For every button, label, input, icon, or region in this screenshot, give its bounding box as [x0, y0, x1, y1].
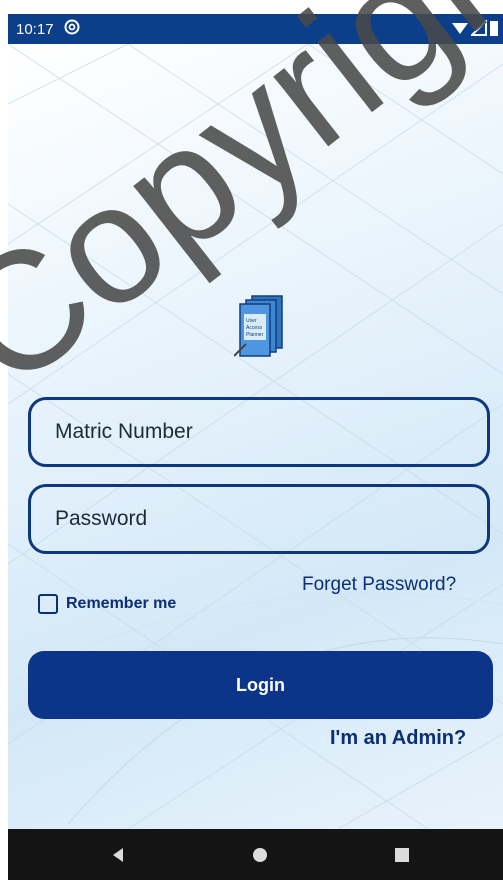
- app-logo: User Access Planner: [233, 294, 286, 365]
- battery-icon: [490, 21, 498, 36]
- password-input[interactable]: [31, 486, 487, 552]
- admin-login-link[interactable]: I'm an Admin?: [330, 727, 466, 750]
- nav-bar: [8, 829, 503, 880]
- home-button[interactable]: [230, 829, 290, 880]
- recents-icon: [395, 847, 409, 862]
- signal-icon: [471, 20, 487, 36]
- svg-text:User: User: [246, 318, 257, 324]
- login-screen: User Access Planner Forget Password? Rem…: [8, 44, 503, 829]
- back-icon: [113, 847, 123, 862]
- back-button[interactable]: [88, 829, 148, 880]
- status-bar: 10:17: [8, 14, 503, 44]
- wifi-icon: [452, 23, 468, 34]
- login-button[interactable]: Login: [28, 651, 493, 719]
- status-time: 10:17: [16, 20, 54, 38]
- home-icon: [253, 847, 267, 862]
- recents-button[interactable]: [372, 829, 432, 880]
- remember-me-checkbox[interactable]: [38, 594, 58, 614]
- screen: 10:17 User Access Planner Matric Number …: [0, 0, 503, 880]
- at-icon: [64, 19, 80, 39]
- matric-number-field[interactable]: [28, 397, 490, 467]
- status-icons: [451, 19, 499, 37]
- password-field[interactable]: [28, 484, 490, 554]
- remember-me-toggle[interactable]: Remember me: [38, 594, 176, 614]
- remember-me-label: Remember me: [66, 595, 177, 612]
- svg-text:Access: Access: [246, 325, 263, 331]
- svg-text:Planner: Planner: [246, 332, 264, 338]
- matric-number-input[interactable]: [31, 399, 487, 465]
- forget-password-link[interactable]: Forget Password?: [302, 574, 456, 596]
